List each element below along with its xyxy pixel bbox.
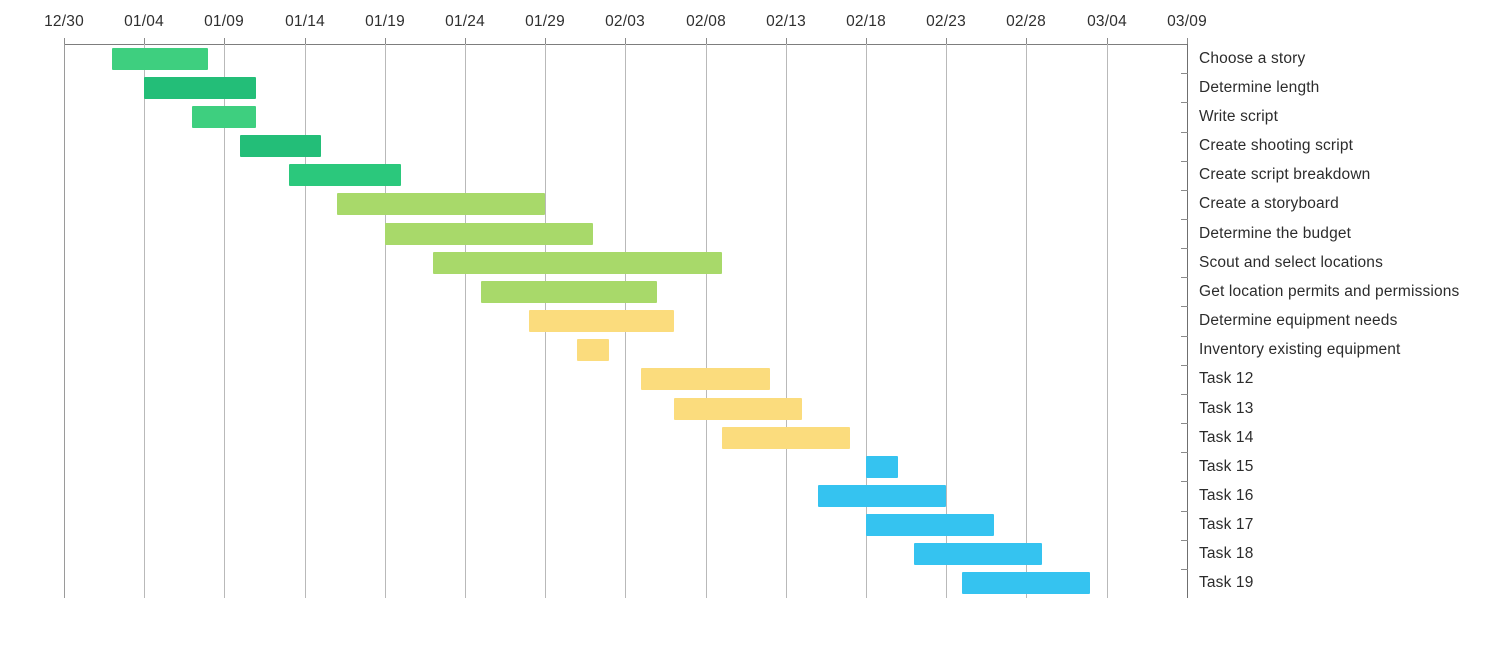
task-label[interactable]: Get location permits and permissions (1199, 283, 1459, 301)
x-axis-tick-label: 01/24 (445, 13, 485, 30)
gantt-bar[interactable] (240, 135, 321, 158)
task-label[interactable]: Scout and select locations (1199, 254, 1383, 272)
x-axis-tick-label: 03/09 (1167, 13, 1207, 30)
task-row-tick (1181, 452, 1188, 454)
gridline (1107, 44, 1108, 598)
task-row-tick (1181, 393, 1188, 395)
task-row-tick (1181, 102, 1188, 104)
task-row-tick (1181, 73, 1188, 75)
gantt-bar[interactable] (577, 339, 610, 362)
gantt-bar[interactable] (529, 310, 674, 332)
task-label[interactable]: Task 14 (1199, 429, 1253, 447)
task-label[interactable]: Task 18 (1199, 545, 1253, 563)
gantt-bar[interactable] (144, 76, 257, 99)
gantt-bar[interactable] (962, 572, 1091, 595)
gridline (305, 44, 306, 598)
task-row-tick (1181, 481, 1188, 483)
gantt-bar[interactable] (432, 251, 722, 274)
task-label[interactable]: Determine length (1199, 79, 1319, 97)
task-label[interactable]: Determine the budget (1199, 225, 1351, 243)
task-label[interactable]: Create script breakdown (1199, 166, 1370, 184)
x-axis-tick-label: 01/19 (365, 13, 405, 30)
x-axis-tick-label: 01/09 (204, 13, 244, 30)
task-label[interactable]: Task 19 (1199, 574, 1253, 592)
task-label[interactable]: Task 16 (1199, 487, 1253, 505)
gantt-bar[interactable] (288, 164, 401, 187)
task-row-tick (1181, 510, 1188, 512)
x-axis-tick-label: 02/13 (766, 13, 806, 30)
gantt-bar[interactable] (866, 455, 899, 478)
x-axis-tick-label: 02/28 (1006, 13, 1046, 30)
x-axis-tick-label: 03/04 (1087, 13, 1127, 30)
x-axis-tick-label: 01/29 (525, 13, 565, 30)
task-label[interactable]: Inventory existing equipment (1199, 341, 1401, 359)
task-row-tick (1181, 277, 1188, 279)
gantt-bar[interactable] (721, 426, 850, 449)
gantt-bar[interactable] (192, 105, 257, 128)
task-row-tick (1181, 248, 1188, 250)
y-axis-line-left (64, 44, 65, 598)
gridline (385, 44, 386, 598)
gridline (1026, 44, 1027, 598)
task-label[interactable]: Write script (1199, 108, 1278, 126)
gantt-bar[interactable] (384, 222, 594, 245)
x-axis-tick-label: 01/14 (285, 13, 325, 30)
x-axis-tick-label: 01/04 (124, 13, 164, 30)
task-label[interactable]: Choose a story (1199, 50, 1305, 68)
task-row-tick (1181, 131, 1188, 133)
gridline (706, 44, 707, 598)
x-axis-tick-label: 02/18 (846, 13, 886, 30)
task-label[interactable]: Task 13 (1199, 400, 1253, 418)
task-row-tick (1181, 218, 1188, 220)
gantt-bar[interactable] (914, 543, 1043, 566)
gridline (465, 44, 466, 598)
task-label[interactable]: Task 15 (1199, 458, 1253, 476)
x-axis-line (64, 44, 1188, 45)
task-label[interactable]: Task 17 (1199, 516, 1253, 534)
task-row-tick (1181, 364, 1188, 366)
x-axis-tick-label: 02/08 (686, 13, 726, 30)
task-label[interactable]: Create shooting script (1199, 137, 1353, 155)
task-row-tick (1181, 160, 1188, 162)
gantt-bar[interactable] (336, 193, 546, 216)
gantt-bar[interactable] (641, 368, 770, 391)
x-axis-tick-label: 02/03 (605, 13, 645, 30)
gantt-bar[interactable] (481, 280, 658, 303)
x-axis-tick-label: 02/23 (926, 13, 966, 30)
task-label[interactable]: Task 12 (1199, 370, 1253, 388)
task-label[interactable]: Create a storyboard (1199, 195, 1339, 213)
task-label[interactable]: Determine equipment needs (1199, 312, 1397, 330)
task-row-tick (1181, 189, 1188, 191)
gridline (144, 44, 145, 598)
gridline (786, 44, 787, 598)
gantt-bar[interactable] (673, 397, 802, 420)
task-row-tick (1181, 335, 1188, 337)
task-row-tick (1181, 539, 1188, 541)
task-row-tick (1181, 423, 1188, 425)
gantt-bar[interactable] (112, 47, 209, 70)
gantt-bar[interactable] (866, 514, 995, 537)
x-axis-tick-label: 12/30 (44, 13, 84, 30)
gantt-bar[interactable] (817, 484, 947, 507)
task-row-tick (1181, 568, 1188, 570)
task-row-tick (1181, 306, 1188, 308)
gantt-chart: 12/30 01/04 01/09 01/14 01/19 01/24 01/29 02/03… (0, 0, 1500, 650)
task-label-axis-line (1187, 44, 1188, 598)
